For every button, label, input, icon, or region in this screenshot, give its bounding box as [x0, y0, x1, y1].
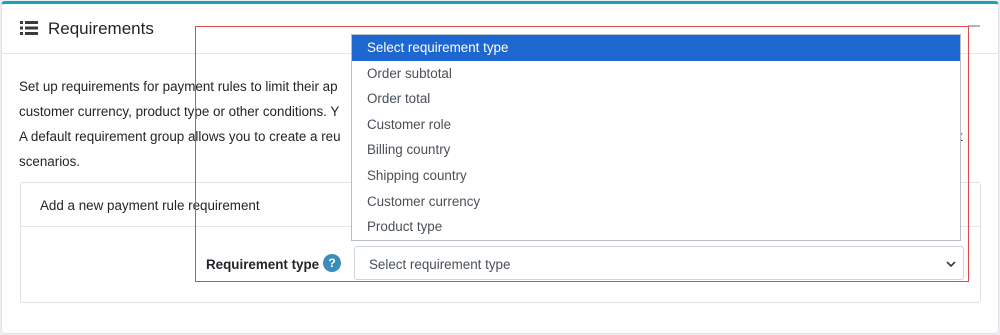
add-requirement-title: Add a new payment rule requirement	[40, 198, 260, 213]
requirement-type-label: Requirement type	[206, 257, 320, 272]
dropdown-option[interactable]: Select requirement type	[352, 35, 960, 61]
dropdown-option[interactable]: Customer currency	[352, 189, 960, 215]
chevron-down-icon	[946, 261, 956, 268]
help-icon[interactable]: ?	[323, 254, 341, 272]
requirement-type-select[interactable]: Select requirement type	[354, 246, 964, 280]
requirement-type-dropdown[interactable]: Select requirement type Order subtotal O…	[351, 34, 961, 241]
dropdown-option[interactable]: Order total	[352, 86, 960, 112]
dropdown-option[interactable]: Customer role	[352, 112, 960, 138]
dropdown-option[interactable]: Billing country	[352, 137, 960, 163]
minimize-icon[interactable]	[968, 25, 980, 27]
dropdown-option[interactable]: Product type	[352, 214, 960, 240]
dropdown-option[interactable]: Order subtotal	[352, 61, 960, 87]
list-icon	[20, 21, 38, 35]
select-value: Select requirement type	[369, 257, 511, 272]
description-line-text: A default requirement group allows you t…	[19, 129, 341, 144]
card-title: Requirements	[48, 19, 154, 38]
dropdown-option[interactable]: Shipping country	[352, 163, 960, 189]
